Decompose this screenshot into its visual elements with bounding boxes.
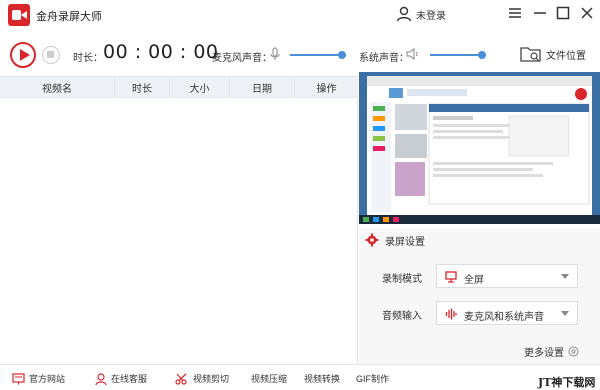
audio-input-row: 音频输入 麦克风和系统声音 bbox=[359, 301, 600, 325]
more-settings-label: 更多设置 bbox=[524, 348, 564, 359]
close-icon[interactable] bbox=[580, 6, 594, 20]
settings-circle-icon bbox=[568, 346, 579, 357]
settings-header: 录屏设置 bbox=[359, 228, 600, 252]
desktop-preview-image bbox=[359, 72, 600, 224]
video-convert-link[interactable]: 视频转换 bbox=[304, 372, 340, 385]
stop-button[interactable] bbox=[42, 46, 60, 64]
website-icon bbox=[12, 372, 25, 384]
column-header-name[interactable]: 视频名 bbox=[0, 77, 115, 97]
system-volume-knob[interactable] bbox=[478, 51, 486, 59]
video-table-header: 视频名 时长 大小 日期 操作 bbox=[0, 76, 358, 98]
mic-volume-knob[interactable] bbox=[338, 51, 346, 59]
gear-icon bbox=[365, 233, 379, 247]
scissors-icon bbox=[175, 373, 187, 385]
mic-volume-label: 麦克风声音： bbox=[212, 53, 272, 64]
online-support-label: 在线客服 bbox=[111, 374, 148, 384]
settings-title: 录屏设置 bbox=[385, 236, 425, 248]
speaker-icon[interactable] bbox=[406, 47, 420, 61]
official-site-label: 官方网站 bbox=[29, 374, 66, 384]
chevron-down-icon bbox=[561, 311, 569, 316]
monitor-icon bbox=[445, 271, 457, 283]
more-settings-button[interactable]: 更多设置 bbox=[524, 344, 579, 359]
audio-wave-icon bbox=[445, 308, 457, 320]
system-volume-slider[interactable] bbox=[430, 51, 486, 59]
duration-value: 00 : 00 : 00 bbox=[103, 41, 219, 63]
video-cut-label: 视频剪切 bbox=[193, 374, 230, 384]
user-icon bbox=[396, 6, 412, 22]
title-bar: 金舟录屏大师 未登录 bbox=[0, 0, 600, 28]
video-cut-link[interactable]: 视频剪切 bbox=[175, 372, 229, 385]
minimize-icon[interactable] bbox=[533, 6, 547, 20]
site-watermark: JT神下载网 bbox=[538, 376, 596, 389]
video-compress-link[interactable]: 视频压缩 bbox=[251, 372, 287, 385]
file-location-button[interactable]: 文件位置 bbox=[520, 45, 586, 63]
column-header-actions[interactable]: 操作 bbox=[295, 77, 358, 97]
video-compress-label: 视频压缩 bbox=[251, 374, 288, 384]
record-toolbar: 时长： 00 : 00 : 00 麦克风声音： 系统声音： 文件位置 bbox=[0, 36, 600, 72]
app-logo-icon bbox=[8, 4, 30, 26]
audio-input-label: 音频输入 bbox=[382, 311, 422, 322]
record-mode-row: 录制模式 全屏 bbox=[359, 264, 600, 288]
column-header-date[interactable]: 日期 bbox=[230, 77, 295, 97]
column-header-size[interactable]: 大小 bbox=[170, 77, 230, 97]
record-mode-label: 录制模式 bbox=[382, 274, 422, 285]
official-site-link[interactable]: 官方网站 bbox=[12, 372, 65, 385]
file-location-label: 文件位置 bbox=[546, 50, 586, 62]
record-mode-select[interactable]: 全屏 bbox=[436, 264, 578, 288]
folder-icon bbox=[520, 47, 541, 62]
system-volume-label: 系统声音： bbox=[359, 53, 409, 64]
chevron-down-icon bbox=[561, 274, 569, 279]
maximize-icon[interactable] bbox=[556, 6, 570, 20]
mic-volume-slider[interactable] bbox=[290, 51, 346, 59]
microphone-icon[interactable] bbox=[270, 47, 280, 61]
record-settings-panel: 录屏设置 录制模式 全屏 音频输入 麦克风和系统声音 更多设置 bbox=[359, 228, 600, 364]
bottom-bar: 官方网站 在线客服 视频剪切 视频压缩 视频转换 GIF制作 bbox=[0, 364, 600, 390]
online-support-link[interactable]: 在线客服 bbox=[95, 372, 147, 385]
support-agent-icon bbox=[95, 372, 107, 385]
video-list[interactable] bbox=[0, 98, 358, 364]
column-header-duration[interactable]: 时长 bbox=[115, 77, 170, 97]
record-mode-value: 全屏 bbox=[464, 275, 484, 286]
audio-input-select[interactable]: 麦克风和系统声音 bbox=[436, 301, 578, 325]
gif-maker-link[interactable]: GIF制作 bbox=[356, 372, 389, 385]
login-button[interactable]: 未登录 bbox=[396, 4, 446, 24]
login-label: 未登录 bbox=[416, 10, 446, 22]
record-button[interactable] bbox=[10, 42, 36, 68]
menu-icon[interactable] bbox=[508, 6, 522, 20]
duration-label: 时长： bbox=[73, 53, 103, 64]
screen-preview bbox=[359, 72, 600, 224]
gif-maker-label: GIF制作 bbox=[356, 374, 389, 384]
app-title: 金舟录屏大师 bbox=[36, 11, 102, 23]
audio-input-value: 麦克风和系统声音 bbox=[464, 312, 544, 323]
video-convert-label: 视频转换 bbox=[304, 374, 341, 384]
